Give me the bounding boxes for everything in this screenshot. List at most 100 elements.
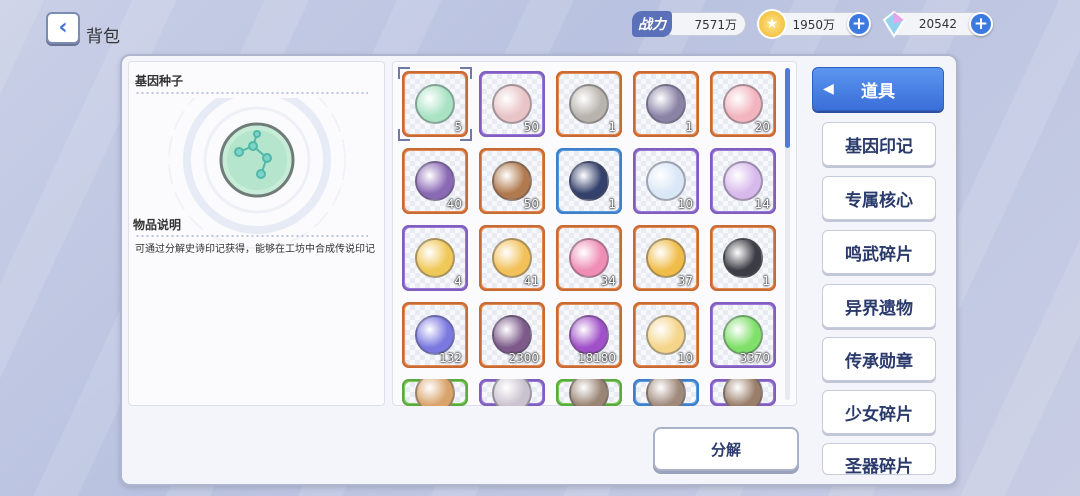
- inventory-slot[interactable]: [710, 379, 776, 406]
- tab-4[interactable]: 异界遗物: [822, 284, 936, 328]
- tab-0[interactable]: ◀ 道具: [812, 67, 944, 111]
- slot-background: [482, 379, 542, 406]
- inventory-slot[interactable]: [479, 379, 545, 406]
- item-quantity: 50: [523, 197, 539, 211]
- item-quantity: 40: [446, 197, 462, 211]
- item-quantity: 1: [685, 120, 693, 134]
- item-quantity: 34: [600, 274, 616, 288]
- item-detail: 基因种子 物品说明 可通过分解史诗印记获得，能够在工坊中合成传说印记: [128, 61, 385, 406]
- dna-badge-icon: [492, 84, 532, 124]
- tab-label: 少女碎片: [845, 404, 913, 425]
- item-icon: [646, 379, 686, 406]
- item-icon: [492, 379, 532, 406]
- inventory-slot[interactable]: 132: [402, 302, 468, 368]
- item-quantity: 20: [754, 120, 770, 134]
- coin-display: ★ 1950万 +: [757, 9, 871, 39]
- power-label: 战力: [632, 11, 672, 37]
- grid-scrollbar[interactable]: [785, 68, 790, 400]
- item-quantity: 14: [754, 197, 770, 211]
- tab-7[interactable]: 圣器碎片: [822, 443, 936, 475]
- slot-background: 37: [636, 228, 696, 288]
- add-coin-button[interactable]: +: [847, 12, 871, 36]
- slot-background: [636, 379, 696, 406]
- add-gem-button[interactable]: +: [969, 12, 993, 36]
- item-quantity: 37: [677, 274, 693, 288]
- tab-label: 异界遗物: [845, 298, 913, 319]
- slot-background: 40: [405, 151, 465, 211]
- cube-box-icon: [569, 84, 609, 124]
- pink-card-icon: [569, 238, 609, 278]
- chevron-left-icon: ‹: [58, 15, 68, 40]
- tab-3[interactable]: 鸣武碎片: [822, 230, 936, 274]
- slot-background: [713, 379, 773, 406]
- inventory-slot[interactable]: 34: [556, 225, 622, 291]
- coin-value: 1950万: [792, 17, 835, 32]
- inventory-slot[interactable]: 10: [633, 148, 699, 214]
- item-quantity: 10: [677, 351, 693, 365]
- item-quantity: 1: [762, 274, 770, 288]
- item-quantity: 132: [439, 351, 462, 365]
- inventory-slot[interactable]: 1: [556, 148, 622, 214]
- tab-label: 专属核心: [845, 190, 913, 211]
- inventory-slot[interactable]: 14: [710, 148, 776, 214]
- slot-background: 4: [405, 228, 465, 288]
- divider: [135, 92, 368, 94]
- slot-background: 1: [559, 151, 619, 211]
- inventory-slot[interactable]: 41: [479, 225, 545, 291]
- inventory-slot[interactable]: [556, 379, 622, 406]
- power-value: 7571万: [694, 17, 737, 32]
- green-potion-icon: [723, 315, 763, 355]
- sword-card-icon: [646, 238, 686, 278]
- slot-background: 18180: [559, 305, 619, 365]
- tab-5[interactable]: 传承勋章: [822, 337, 936, 381]
- back-button[interactable]: ‹: [46, 12, 80, 44]
- scrollbar-thumb[interactable]: [785, 68, 790, 148]
- power-display: 7571万: [662, 12, 746, 36]
- slot-background: 10: [636, 305, 696, 365]
- core-chip-icon: [415, 161, 455, 201]
- coin-icon: ★: [757, 9, 787, 39]
- inventory-slot[interactable]: 50: [479, 148, 545, 214]
- item-quantity: 50: [523, 120, 539, 134]
- slot-background: 3370: [713, 305, 773, 365]
- tab-2[interactable]: 专属核心: [822, 176, 936, 220]
- item-description: 可通过分解史诗印记获得，能够在工坊中合成传说印记: [135, 244, 375, 255]
- inventory-slot[interactable]: 1: [633, 71, 699, 137]
- tab-label: 圣器碎片: [845, 457, 913, 475]
- tab-label: 鸣武碎片: [845, 244, 913, 265]
- inventory-slot[interactable]: 3370: [710, 302, 776, 368]
- inventory-slot[interactable]: 1: [710, 225, 776, 291]
- crystal-icon: [569, 315, 609, 355]
- inventory-slot[interactable]: 10: [633, 302, 699, 368]
- slot-background: [559, 379, 619, 406]
- inventory-slot[interactable]: 4: [402, 225, 468, 291]
- inventory-slot[interactable]: 20: [710, 71, 776, 137]
- slot-background: 10: [636, 151, 696, 211]
- slot-background: 41: [482, 228, 542, 288]
- item-quantity: 1: [608, 120, 616, 134]
- inventory-slot[interactable]: 40: [402, 148, 468, 214]
- slot-background: 5: [405, 74, 465, 134]
- divider: [135, 235, 368, 237]
- tab-6[interactable]: 少女碎片: [822, 390, 936, 434]
- inventory-slot[interactable]: 1: [556, 71, 622, 137]
- gem-icon: [879, 9, 909, 39]
- tab-1[interactable]: 基因印记: [822, 122, 936, 166]
- item-quantity: 5: [454, 120, 462, 134]
- tab-label: 道具: [861, 81, 895, 102]
- tab-label: 传承勋章: [845, 351, 913, 372]
- item-quantity: 18180: [577, 351, 616, 365]
- inventory-slot[interactable]: [402, 379, 468, 406]
- inventory-slot[interactable]: 5: [398, 67, 472, 141]
- inventory-slot[interactable]: [633, 379, 699, 406]
- inventory-slot[interactable]: 50: [479, 71, 545, 137]
- inventory-slot[interactable]: 18180: [556, 302, 622, 368]
- inventory-slot[interactable]: 37: [633, 225, 699, 291]
- slot-background: 132: [405, 305, 465, 365]
- star-chest-icon: [569, 161, 609, 201]
- inventory-slot[interactable]: 2300: [479, 302, 545, 368]
- item-quantity: 4: [454, 274, 462, 288]
- slot-background: [405, 379, 465, 406]
- slot-background: 1: [713, 228, 773, 288]
- decompose-button[interactable]: 分解: [653, 427, 799, 471]
